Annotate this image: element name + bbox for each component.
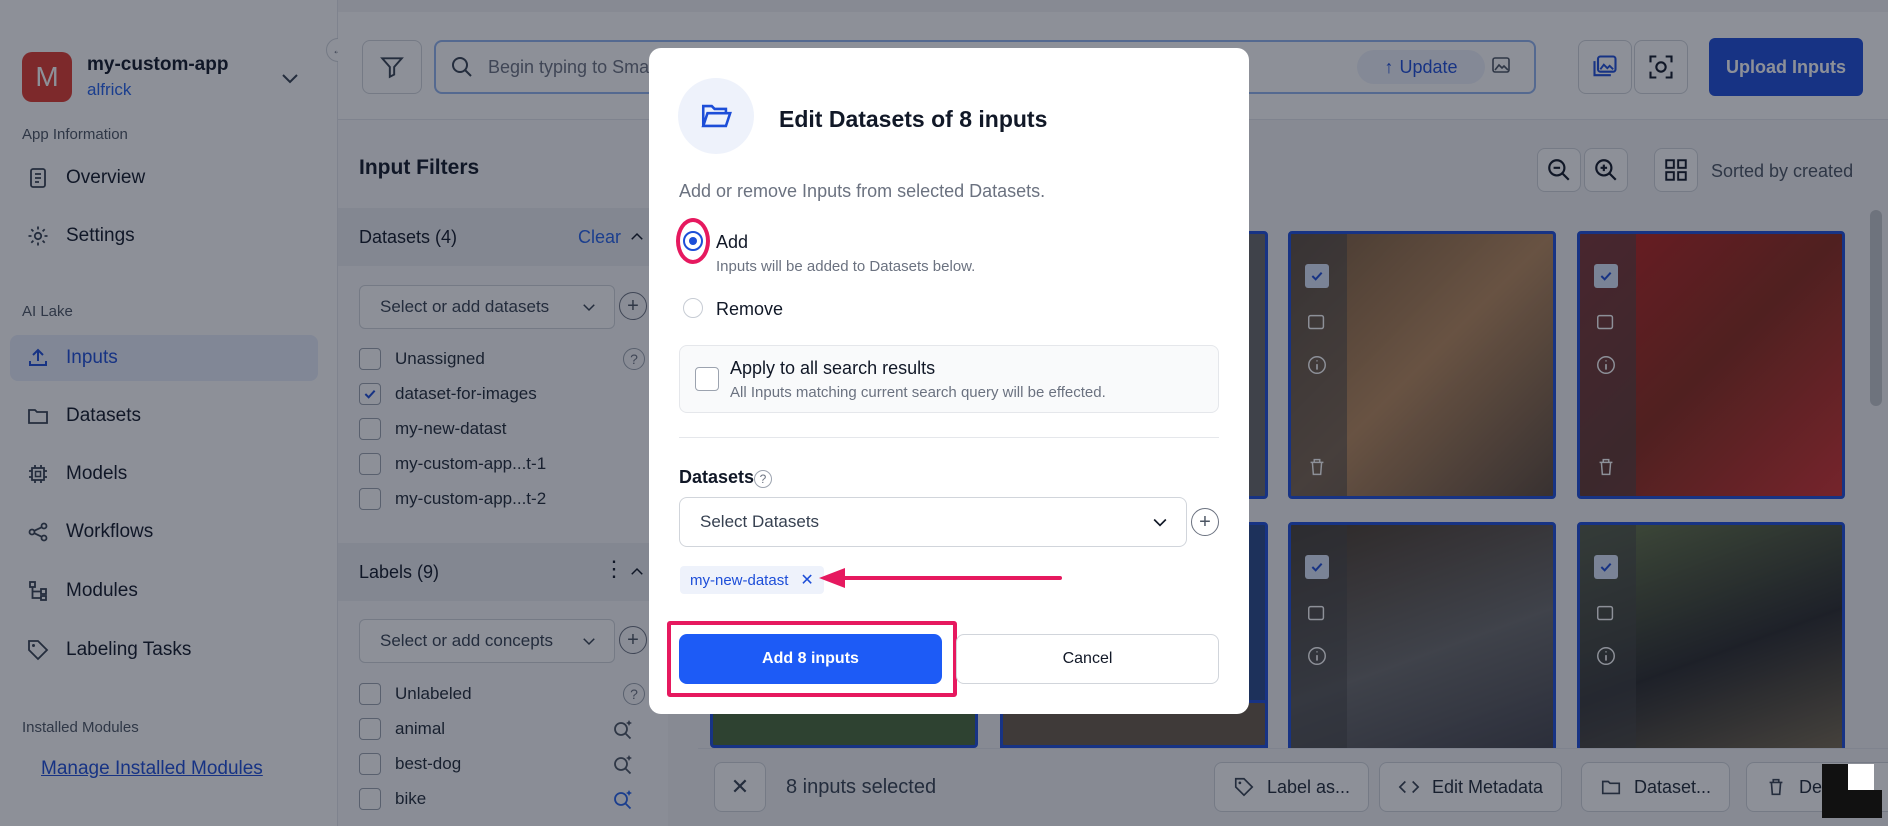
annotation-circle [676, 218, 710, 264]
chevron-down-icon [1153, 518, 1167, 527]
modal-subtitle: Add or remove Inputs from selected Datas… [679, 181, 1046, 201]
remove-option-label[interactable]: Remove [716, 299, 783, 320]
corner-widget [1822, 764, 1882, 818]
remove-radio[interactable] [683, 298, 703, 318]
modal-divider [679, 437, 1219, 438]
apply-to-all-label: Apply to all search results [730, 358, 936, 378]
annotation-arrow [819, 568, 1062, 588]
apply-to-all-option[interactable] [679, 345, 1219, 413]
modal-icon [678, 78, 754, 154]
add-dataset-button[interactable]: + [1191, 508, 1219, 536]
apply-to-all-description: All Inputs matching current search query… [730, 384, 1106, 401]
add-option-label[interactable]: Add [716, 232, 748, 253]
modal-title: Edit Datasets of 8 inputs [779, 106, 1048, 132]
select-datasets-placeholder: Select Datasets [700, 512, 820, 531]
folder-open-icon [701, 104, 732, 128]
dataset-chip: my-new-datast ✕ [680, 566, 824, 594]
select-datasets-dropdown[interactable]: Select Datasets [679, 497, 1187, 547]
dataset-chip-label: my-new-datast [690, 571, 789, 589]
apply-to-all-checkbox[interactable] [695, 367, 719, 391]
cancel-button[interactable]: Cancel [956, 634, 1219, 684]
datasets-field-label: Datasets [679, 467, 755, 487]
help-icon[interactable]: ? [754, 470, 772, 488]
remove-chip-icon[interactable]: ✕ [800, 570, 813, 590]
add-option-description: Inputs will be added to Datasets below. [716, 258, 976, 275]
annotation-rectangle [667, 621, 957, 697]
